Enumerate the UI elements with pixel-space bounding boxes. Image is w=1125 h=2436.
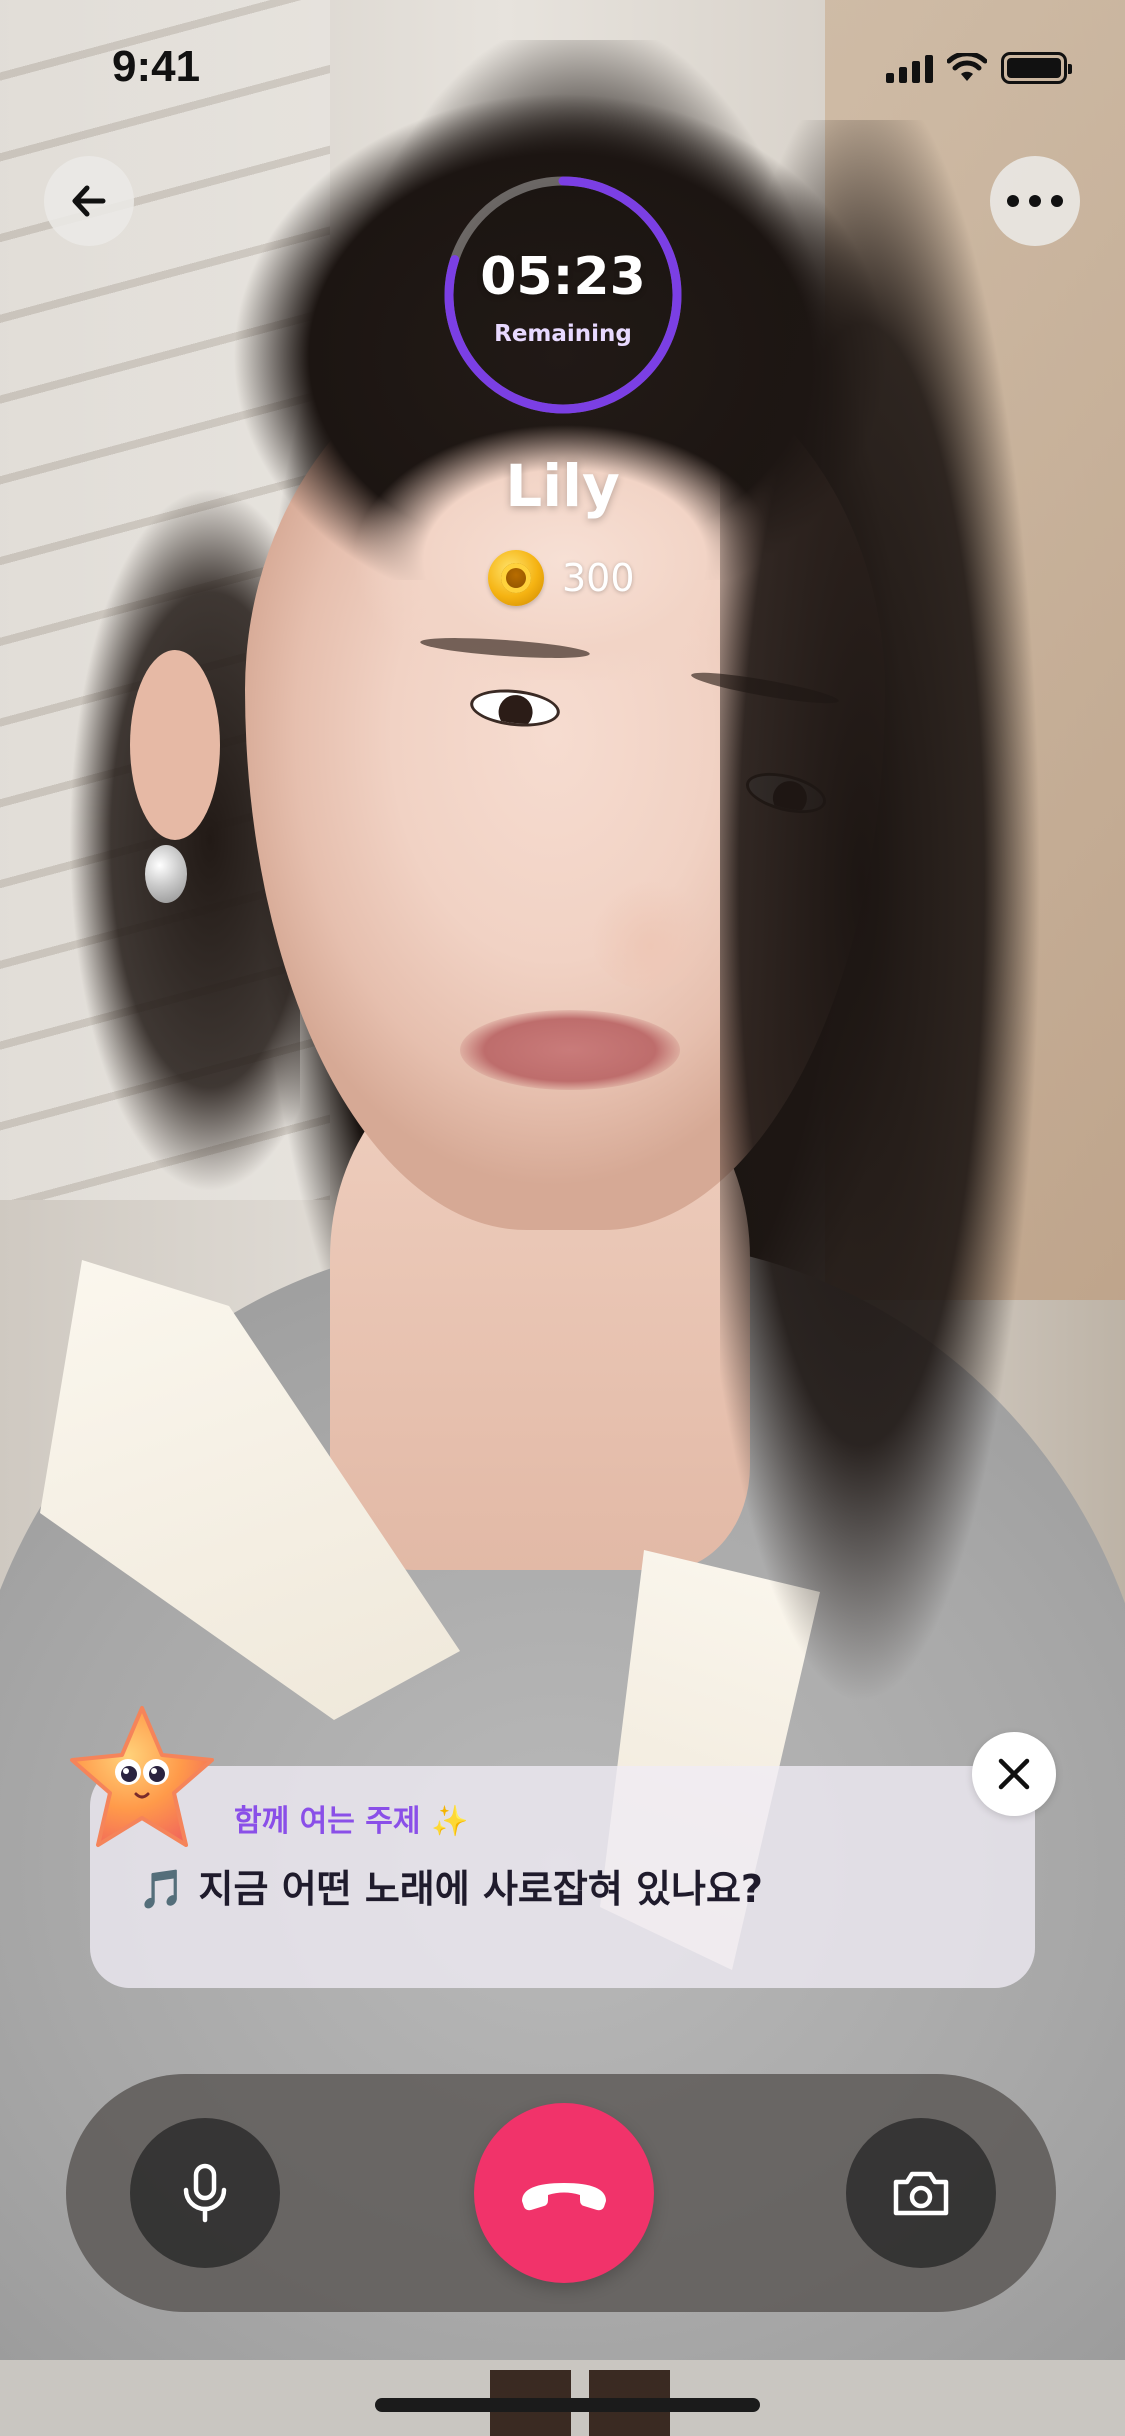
topic-title-text: 함께 여는 주제 [234,1804,421,1839]
caller-name: Lily [505,452,620,520]
mute-button[interactable] [130,2118,280,2268]
timer-label: Remaining [494,321,632,347]
nose [590,880,710,990]
wifi-icon [947,53,987,81]
camera-icon [893,2171,949,2216]
close-topic-button[interactable] [972,1732,1056,1816]
topic-title: 함께 여는 주제 ✨ [234,1796,468,1840]
coin-count: 300 [562,556,635,600]
star-mascot-icon [70,1706,214,1847]
sparkle-icon: ✨ [430,1804,469,1839]
more-options-button[interactable] [990,156,1080,246]
arrow-left-icon [72,185,106,217]
hair-right [720,120,1125,1820]
microphone-icon [183,2163,227,2223]
status-time: 9:41 [112,42,201,91]
home-indicator[interactable] [375,2398,760,2412]
earring [145,845,187,903]
battery-icon [1001,52,1072,84]
back-button[interactable] [44,156,134,246]
phone-hangup-icon [522,2183,606,2211]
call-timer: 05:23 Remaining [443,175,683,415]
timer-value: 05:23 [480,247,646,307]
close-icon [998,1758,1030,1790]
more-horizontal-icon [1007,195,1063,207]
status-icons [886,52,1072,84]
ear [130,650,220,840]
topic-question: 🎵 지금 어떤 노래에 사로잡혀 있나요? [138,1867,763,1911]
coin-icon [488,550,544,606]
coin-balance: 300 [488,550,635,606]
end-call-button[interactable] [474,2103,654,2283]
lips [460,1010,680,1090]
switch-camera-button[interactable] [846,2118,996,2268]
signal-icon [886,53,933,83]
topic-card: 함께 여는 주제 ✨ 🎵 지금 어떤 노래에 사로잡혀 있나요? [90,1766,1035,1988]
status-bar: 9:41 [0,0,1125,135]
